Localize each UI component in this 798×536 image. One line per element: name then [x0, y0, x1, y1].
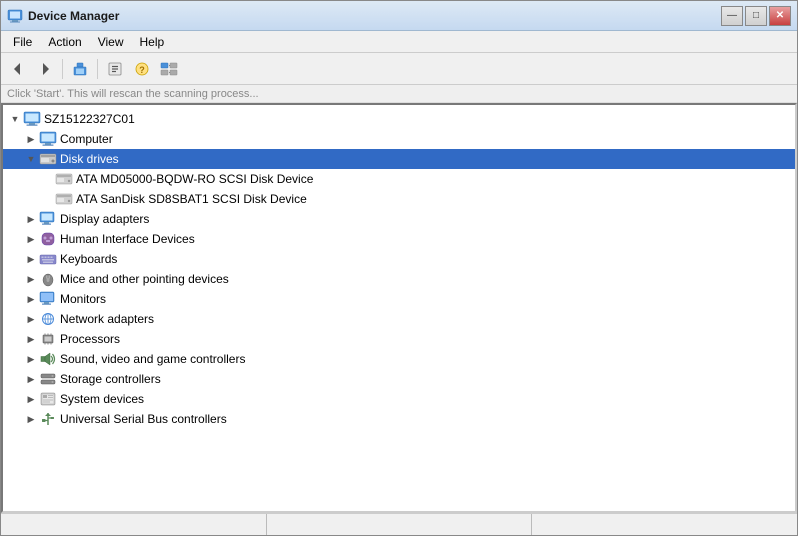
window-title: Device Manager — [28, 9, 721, 23]
properties-button[interactable] — [102, 57, 128, 81]
toggle-mice[interactable]: ▶ — [23, 271, 39, 287]
tree-item-disk1[interactable]: ATA MD05000-BQDW-RO SCSI Disk Device — [3, 169, 795, 189]
tree-item-system[interactable]: ▶ System devices — [3, 389, 795, 409]
tree-item-computer[interactable]: ▶ Computer — [3, 129, 795, 149]
toggle-keyboards[interactable]: ▶ — [23, 251, 39, 267]
status-bar — [1, 513, 797, 535]
disk-drives-icon — [39, 150, 57, 168]
disk2-label: ATA SanDisk SD8SBAT1 SCSI Disk Device — [76, 192, 307, 206]
main-content: ▼ SZ15122327C01 ▶ — [1, 103, 797, 513]
sound-icon — [39, 350, 57, 368]
system-label: System devices — [60, 392, 144, 406]
computer-label: Computer — [60, 132, 113, 146]
storage-icon — [39, 370, 57, 388]
toggle-root[interactable]: ▼ — [7, 111, 23, 127]
root-label: SZ15122327C01 — [44, 112, 135, 126]
usb-icon — [39, 410, 57, 428]
tree-item-disk2[interactable]: ATA SanDisk SD8SBAT1 SCSI Disk Device — [3, 189, 795, 209]
disk1-label: ATA MD05000-BQDW-RO SCSI Disk Device — [76, 172, 313, 186]
menu-help[interactable]: Help — [132, 33, 173, 51]
tree-item-root[interactable]: ▼ SZ15122327C01 — [3, 109, 795, 129]
disk-drives-label: Disk drives — [60, 152, 119, 166]
tree-item-usb[interactable]: ▶ Universal Serial Bus controllers — [3, 409, 795, 429]
tree-item-monitors[interactable]: ▶ Monitors — [3, 289, 795, 309]
toggle-processors[interactable]: ▶ — [23, 331, 39, 347]
status-section-2 — [267, 514, 533, 535]
menu-action[interactable]: Action — [40, 33, 89, 51]
device-manager-window: Device Manager — □ ✕ File Action View He… — [0, 0, 798, 536]
status-section-1 — [1, 514, 267, 535]
scan-button[interactable] — [156, 57, 182, 81]
network-label: Network adapters — [60, 312, 154, 326]
toggle-usb[interactable]: ▶ — [23, 411, 39, 427]
menu-file[interactable]: File — [5, 33, 40, 51]
tree-item-processors[interactable]: ▶ Processors — [3, 329, 795, 349]
display-icon — [39, 210, 57, 228]
hid-icon — [39, 230, 57, 248]
toggle-display[interactable]: ▶ — [23, 211, 39, 227]
usb-label: Universal Serial Bus controllers — [60, 412, 227, 426]
tree-item-mice[interactable]: ▶ Mice and other pointing devices — [3, 269, 795, 289]
disk1-icon — [55, 170, 73, 188]
keyboards-label: Keyboards — [60, 252, 117, 266]
toggle-network[interactable]: ▶ — [23, 311, 39, 327]
window-controls: — □ ✕ — [721, 6, 791, 26]
svg-text:?: ? — [139, 65, 145, 75]
device-tree[interactable]: ▼ SZ15122327C01 ▶ — [1, 103, 797, 513]
close-button[interactable]: ✕ — [769, 6, 791, 26]
hid-label: Human Interface Devices — [60, 232, 195, 246]
tree-item-storage[interactable]: ▶ Storage controllers — [3, 369, 795, 389]
title-bar: Device Manager — □ ✕ — [1, 1, 797, 31]
toggle-disk1 — [39, 171, 55, 187]
toggle-hid[interactable]: ▶ — [23, 231, 39, 247]
minimize-button[interactable]: — — [721, 6, 743, 26]
tree-item-hid[interactable]: ▶ Human Interface Devices — [3, 229, 795, 249]
status-section-3 — [532, 514, 797, 535]
toggle-disk-drives[interactable]: ▼ — [23, 151, 39, 167]
banner-text: Click 'Start'. This will rescan the scan… — [7, 88, 259, 100]
processors-label: Processors — [60, 332, 120, 346]
back-button[interactable] — [5, 57, 31, 81]
toggle-monitors[interactable]: ▶ — [23, 291, 39, 307]
tree-item-keyboards[interactable]: ▶ Keyboards — [3, 249, 795, 269]
sound-label: Sound, video and game controllers — [60, 352, 245, 366]
tree-item-disk-drives[interactable]: ▼ Disk drives — [3, 149, 795, 169]
monitors-label: Monitors — [60, 292, 106, 306]
computer-icon — [23, 110, 41, 128]
menu-bar: File Action View Help — [1, 31, 797, 53]
monitor-icon — [39, 290, 57, 308]
tree-item-display[interactable]: ▶ Display adapters — [3, 209, 795, 229]
up-button[interactable] — [67, 57, 93, 81]
toolbar: ? — [1, 53, 797, 85]
toolbar-separator-2 — [97, 59, 98, 79]
forward-button[interactable] — [32, 57, 58, 81]
tree-item-network[interactable]: ▶ Network adapters — [3, 309, 795, 329]
disk2-icon — [55, 190, 73, 208]
help-button[interactable]: ? — [129, 57, 155, 81]
mice-label: Mice and other pointing devices — [60, 272, 229, 286]
system-icon — [39, 390, 57, 408]
maximize-button[interactable]: □ — [745, 6, 767, 26]
computer-icon-2 — [39, 130, 57, 148]
banner: Click 'Start'. This will rescan the scan… — [1, 85, 797, 103]
toolbar-separator-1 — [62, 59, 63, 79]
storage-label: Storage controllers — [60, 372, 161, 386]
mice-icon — [39, 270, 57, 288]
tree-item-sound[interactable]: ▶ Sound, video and game controllers — [3, 349, 795, 369]
network-icon — [39, 310, 57, 328]
processors-icon — [39, 330, 57, 348]
toggle-sound[interactable]: ▶ — [23, 351, 39, 367]
toggle-storage[interactable]: ▶ — [23, 371, 39, 387]
window-icon — [7, 8, 23, 24]
menu-view[interactable]: View — [90, 33, 132, 51]
toggle-system[interactable]: ▶ — [23, 391, 39, 407]
display-label: Display adapters — [60, 212, 149, 226]
keyboard-icon — [39, 250, 57, 268]
toggle-disk2 — [39, 191, 55, 207]
toggle-computer[interactable]: ▶ — [23, 131, 39, 147]
